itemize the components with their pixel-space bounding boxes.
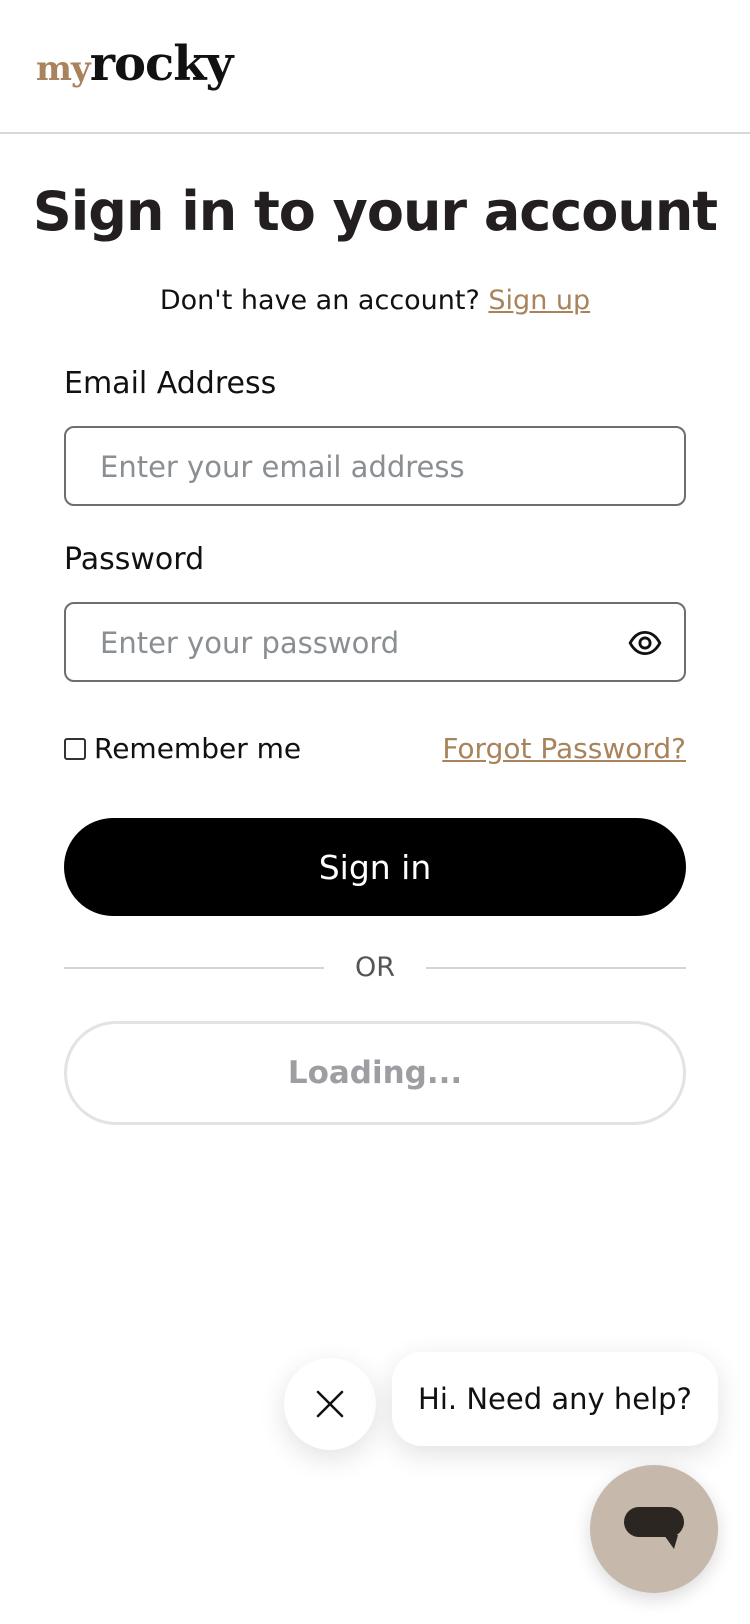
email-input[interactable] <box>98 428 642 506</box>
signup-link[interactable]: Sign up <box>488 285 590 316</box>
signup-prompt: Don't have an account? Sign up <box>0 285 750 316</box>
chat-icon <box>624 1507 684 1549</box>
or-divider: OR <box>64 950 686 986</box>
logo-prefix: my <box>36 49 91 89</box>
show-password-button[interactable] <box>628 626 662 660</box>
chat-greeting[interactable]: Hi. Need any help? <box>392 1352 718 1446</box>
password-label: Password <box>64 542 205 577</box>
eye-icon <box>628 630 662 656</box>
site-header: myrocky <box>0 0 750 134</box>
remember-me-checkbox[interactable] <box>64 737 86 760</box>
forgot-password-link[interactable]: Forgot Password? <box>442 732 686 765</box>
logo-name: rocky <box>89 36 234 92</box>
chat-close-button[interactable] <box>284 1358 376 1450</box>
sign-in-button[interactable]: Sign in <box>64 818 686 916</box>
chat-launcher-button[interactable] <box>590 1465 718 1593</box>
remember-me-label: Remember me <box>94 732 302 765</box>
page-title: Sign in to your account <box>32 180 718 243</box>
email-label: Email Address <box>64 366 277 401</box>
password-input[interactable] <box>98 604 642 682</box>
email-field[interactable] <box>64 426 686 506</box>
remember-me[interactable]: Remember me <box>64 732 301 765</box>
myrocky-logo[interactable]: myrocky <box>36 36 234 92</box>
close-icon <box>316 1390 344 1418</box>
divider-line-right <box>426 967 686 969</box>
loading-button[interactable]: Loading... <box>64 1021 686 1125</box>
signup-prompt-text: Don't have an account? <box>159 285 480 316</box>
password-field[interactable] <box>64 602 686 682</box>
